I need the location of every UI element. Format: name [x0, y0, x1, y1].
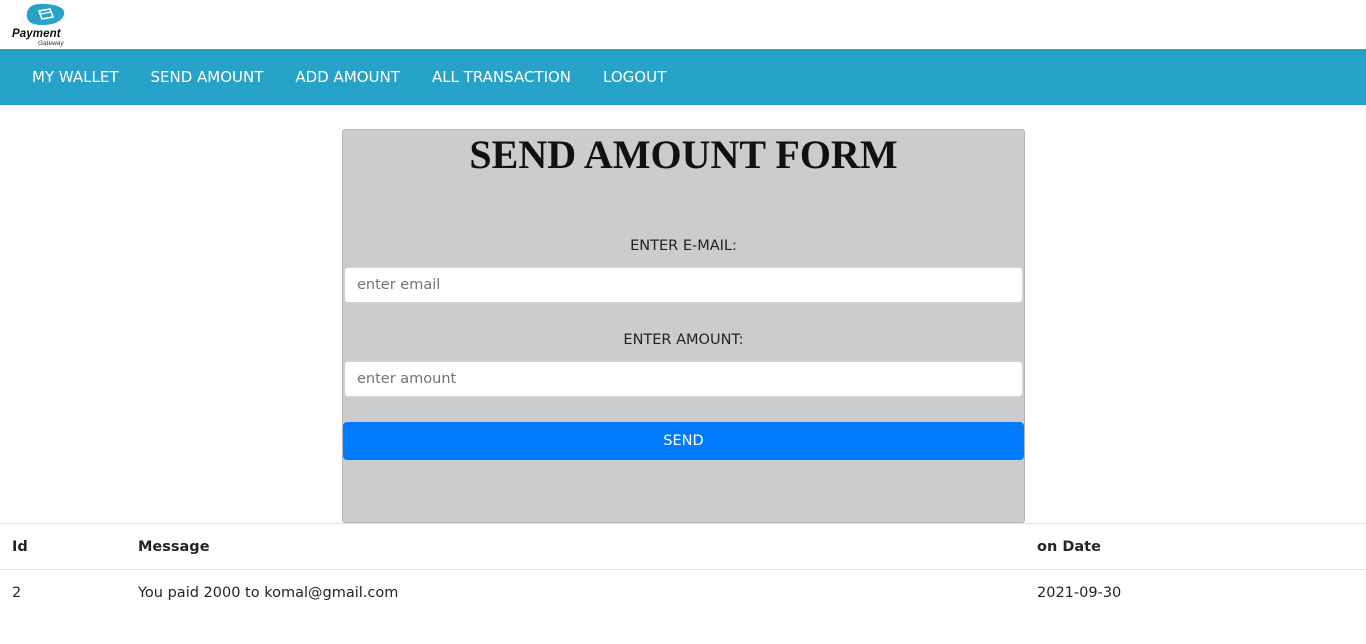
send-amount-form: SEND AMOUNT FORM ENTER E-MAIL: ENTER AMO… — [342, 129, 1025, 523]
wallet-icon — [26, 3, 65, 25]
header-id: Id — [0, 523, 126, 570]
table-row: 2 You paid 2000 to komal@gmail.com 2021-… — [0, 569, 1366, 616]
brand-logo: Payment Gateway — [12, 3, 82, 47]
amount-input[interactable] — [344, 361, 1023, 397]
nav-send-amount[interactable]: SEND AMOUNT — [135, 68, 280, 86]
brand-name: Payment — [12, 28, 61, 40]
nav-logout[interactable]: LOGOUT — [587, 68, 682, 86]
email-input[interactable] — [344, 267, 1023, 303]
send-button[interactable]: SEND — [343, 422, 1024, 460]
table-header-row: Id Message on Date — [0, 523, 1366, 570]
cell-message: You paid 2000 to komal@gmail.com — [126, 569, 1025, 616]
transaction-table: Id Message on Date 2 You paid 2000 to ko… — [0, 523, 1366, 616]
header-message: Message — [126, 523, 1025, 570]
top-navbar: MY WALLET SEND AMOUNT ADD AMOUNT ALL TRA… — [0, 49, 1366, 105]
brand-subtitle: Gateway — [38, 40, 64, 47]
cell-date: 2021-09-30 — [1025, 569, 1366, 616]
nav-all-transaction[interactable]: ALL TRANSACTION — [416, 68, 587, 86]
form-title: SEND AMOUNT FORM — [469, 132, 898, 177]
header-date: on Date — [1025, 523, 1366, 570]
email-label: ENTER E-MAIL: — [630, 238, 737, 254]
cell-id: 2 — [0, 569, 126, 616]
amount-label: ENTER AMOUNT: — [623, 332, 744, 348]
nav-add-amount[interactable]: ADD AMOUNT — [279, 68, 416, 86]
nav-my-wallet[interactable]: MY WALLET — [16, 68, 135, 86]
